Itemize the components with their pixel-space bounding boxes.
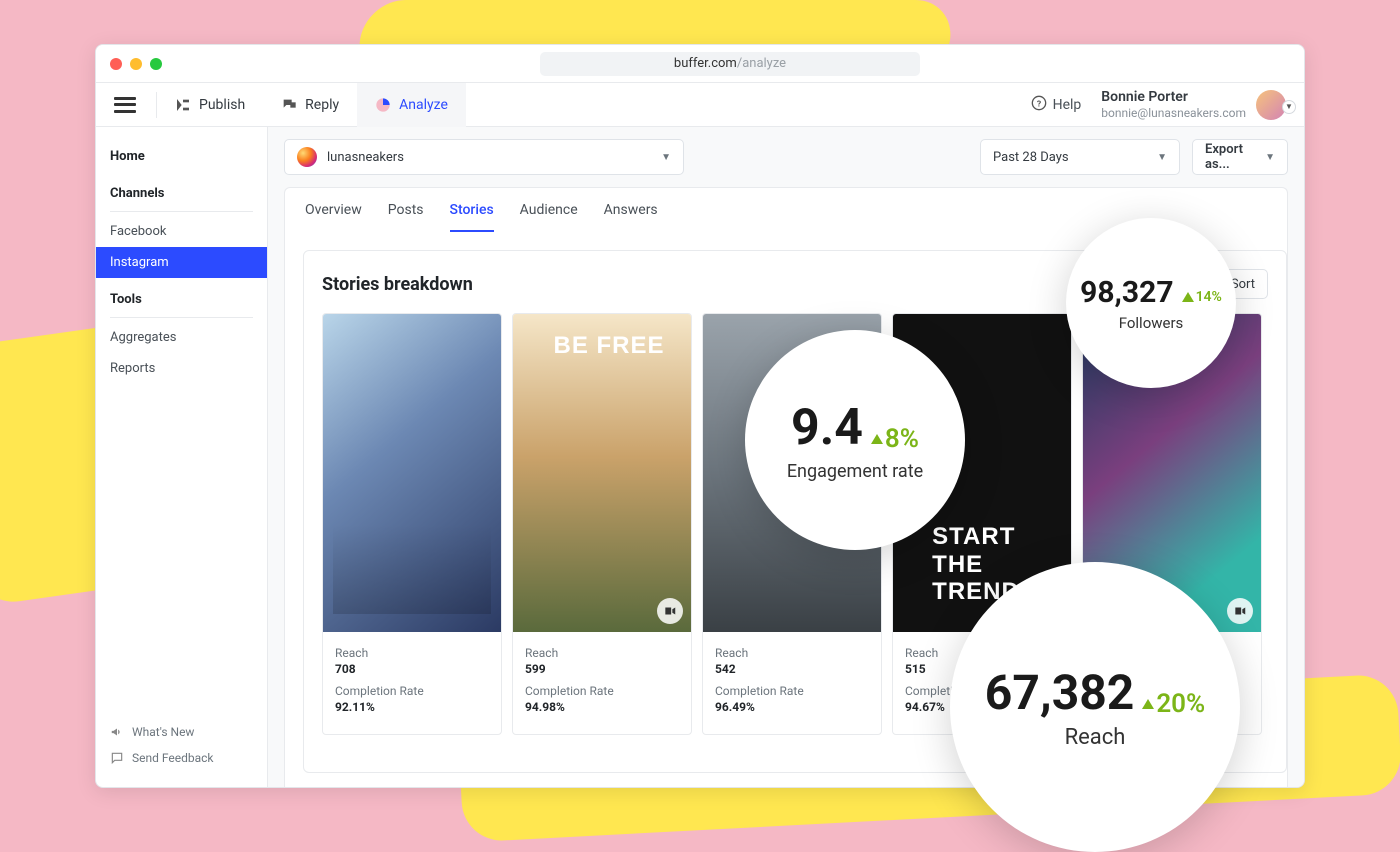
sidebar-channels-head: Channels — [96, 172, 267, 207]
story-card[interactable]: BE FREE Reach 599 Completion Rate 94.98% — [512, 313, 692, 735]
nav-publish[interactable]: Publish — [157, 83, 263, 127]
buffer-logo-icon[interactable] — [114, 94, 136, 116]
nav-reply-label: Reply — [305, 97, 339, 113]
export-label: Export as... — [1205, 142, 1255, 172]
sidebar-whats-new-label: What's New — [132, 725, 194, 739]
reach-value: 599 — [525, 662, 679, 676]
metric-engagement: 9.4 8% Engagement rate — [745, 330, 965, 550]
reach-delta: 20% — [1156, 689, 1205, 719]
reach-value: 708 — [335, 662, 489, 676]
video-icon — [1227, 598, 1253, 624]
account-selector[interactable]: lunasneakers ▼ — [284, 139, 684, 175]
date-range-selector[interactable]: Past 28 Days ▼ — [980, 139, 1180, 175]
top-nav: Publish Reply Analyze ? Help Bonnie Port… — [96, 83, 1304, 127]
sidebar: Home Channels Facebook Instagram Tools A… — [96, 127, 268, 787]
story-thumbnail: BE FREE — [513, 314, 691, 632]
metric-followers: 98,327 14% Followers — [1066, 218, 1236, 388]
reach-label: Reach — [1065, 725, 1126, 750]
sidebar-tool-aggregates[interactable]: Aggregates — [96, 322, 267, 353]
metric-reach: 67,382 20% Reach — [950, 562, 1240, 852]
engagement-delta: 8% — [885, 424, 919, 454]
window-zoom-button[interactable] — [150, 58, 162, 70]
reach-value: 542 — [715, 662, 869, 676]
reach-value: 67,382 — [985, 664, 1135, 721]
completion-rate-value: 96.49% — [715, 700, 869, 714]
nav-reply[interactable]: Reply — [263, 83, 357, 127]
sidebar-feedback-label: Send Feedback — [132, 751, 214, 765]
chat-icon — [110, 751, 124, 765]
completion-rate-value: 94.98% — [525, 700, 679, 714]
completion-rate-value: 92.11% — [335, 700, 489, 714]
account-name: lunasneakers — [327, 150, 404, 165]
tab-audience[interactable]: Audience — [520, 202, 578, 232]
story-card[interactable]: Reach 708 Completion Rate 92.11% — [322, 313, 502, 735]
date-range-label: Past 28 Days — [993, 150, 1069, 165]
chevron-down-icon: ▼ — [1157, 152, 1167, 163]
analyze-icon — [375, 97, 391, 113]
titlebar: buffer.com/analyze — [96, 45, 1304, 83]
chevron-down-icon: ▼ — [1265, 152, 1275, 163]
nav-publish-label: Publish — [199, 97, 245, 113]
user-email: bonnie@lunasneakers.com — [1101, 106, 1246, 122]
tab-stories[interactable]: Stories — [450, 202, 494, 232]
followers-delta: 14% — [1196, 289, 1222, 305]
nav-analyze[interactable]: Analyze — [357, 83, 466, 127]
svg-text:?: ? — [1036, 99, 1040, 109]
reach-label: Reach — [525, 646, 679, 660]
sidebar-channel-instagram[interactable]: Instagram — [96, 247, 267, 278]
up-arrow-icon — [1142, 699, 1154, 709]
user-menu[interactable]: Bonnie Porter bonnie@lunasneakers.com ▼ — [1101, 88, 1286, 122]
chevron-down-icon: ▼ — [1282, 100, 1296, 114]
sidebar-tools-head: Tools — [96, 278, 267, 313]
followers-value: 98,327 — [1080, 275, 1173, 310]
url-path: /analyze — [737, 56, 786, 71]
export-button[interactable]: Export as... ▼ — [1192, 139, 1288, 175]
help-icon: ? — [1031, 95, 1047, 115]
engagement-label: Engagement rate — [787, 461, 923, 482]
window-close-button[interactable] — [110, 58, 122, 70]
tab-overview[interactable]: Overview — [305, 202, 362, 232]
sidebar-channel-facebook[interactable]: Facebook — [96, 216, 267, 247]
megaphone-icon — [110, 725, 124, 739]
completion-rate-label: Completion Rate — [335, 684, 489, 698]
sidebar-send-feedback[interactable]: Send Feedback — [96, 745, 267, 771]
tab-answers[interactable]: Answers — [604, 202, 658, 232]
video-icon — [657, 598, 683, 624]
up-arrow-icon — [871, 434, 883, 444]
nav-analyze-label: Analyze — [399, 97, 448, 113]
chevron-down-icon: ▼ — [661, 152, 671, 163]
help-button[interactable]: ? Help — [1031, 95, 1082, 115]
panel-title: Stories breakdown — [322, 274, 473, 295]
url-host: buffer.com — [674, 56, 737, 71]
sidebar-home[interactable]: Home — [96, 141, 267, 172]
followers-label: Followers — [1119, 314, 1184, 332]
publish-icon — [175, 97, 191, 113]
story-thumbnail — [323, 314, 501, 632]
reply-icon — [281, 97, 297, 113]
engagement-value: 9.4 — [791, 399, 863, 457]
avatar[interactable]: ▼ — [1256, 90, 1286, 120]
window-minimize-button[interactable] — [130, 58, 142, 70]
sidebar-tool-reports[interactable]: Reports — [96, 353, 267, 384]
reach-label: Reach — [335, 646, 489, 660]
user-name: Bonnie Porter — [1101, 88, 1246, 106]
help-label: Help — [1053, 97, 1082, 113]
sidebar-whats-new[interactable]: What's New — [96, 719, 267, 745]
instagram-icon — [297, 147, 317, 167]
reach-label: Reach — [715, 646, 869, 660]
completion-rate-label: Completion Rate — [715, 684, 869, 698]
story-overlay-text: BE FREE — [553, 332, 664, 360]
url-bar[interactable]: buffer.com/analyze — [540, 52, 920, 76]
completion-rate-label: Completion Rate — [525, 684, 679, 698]
tab-posts[interactable]: Posts — [388, 202, 424, 232]
up-arrow-icon — [1182, 292, 1194, 302]
